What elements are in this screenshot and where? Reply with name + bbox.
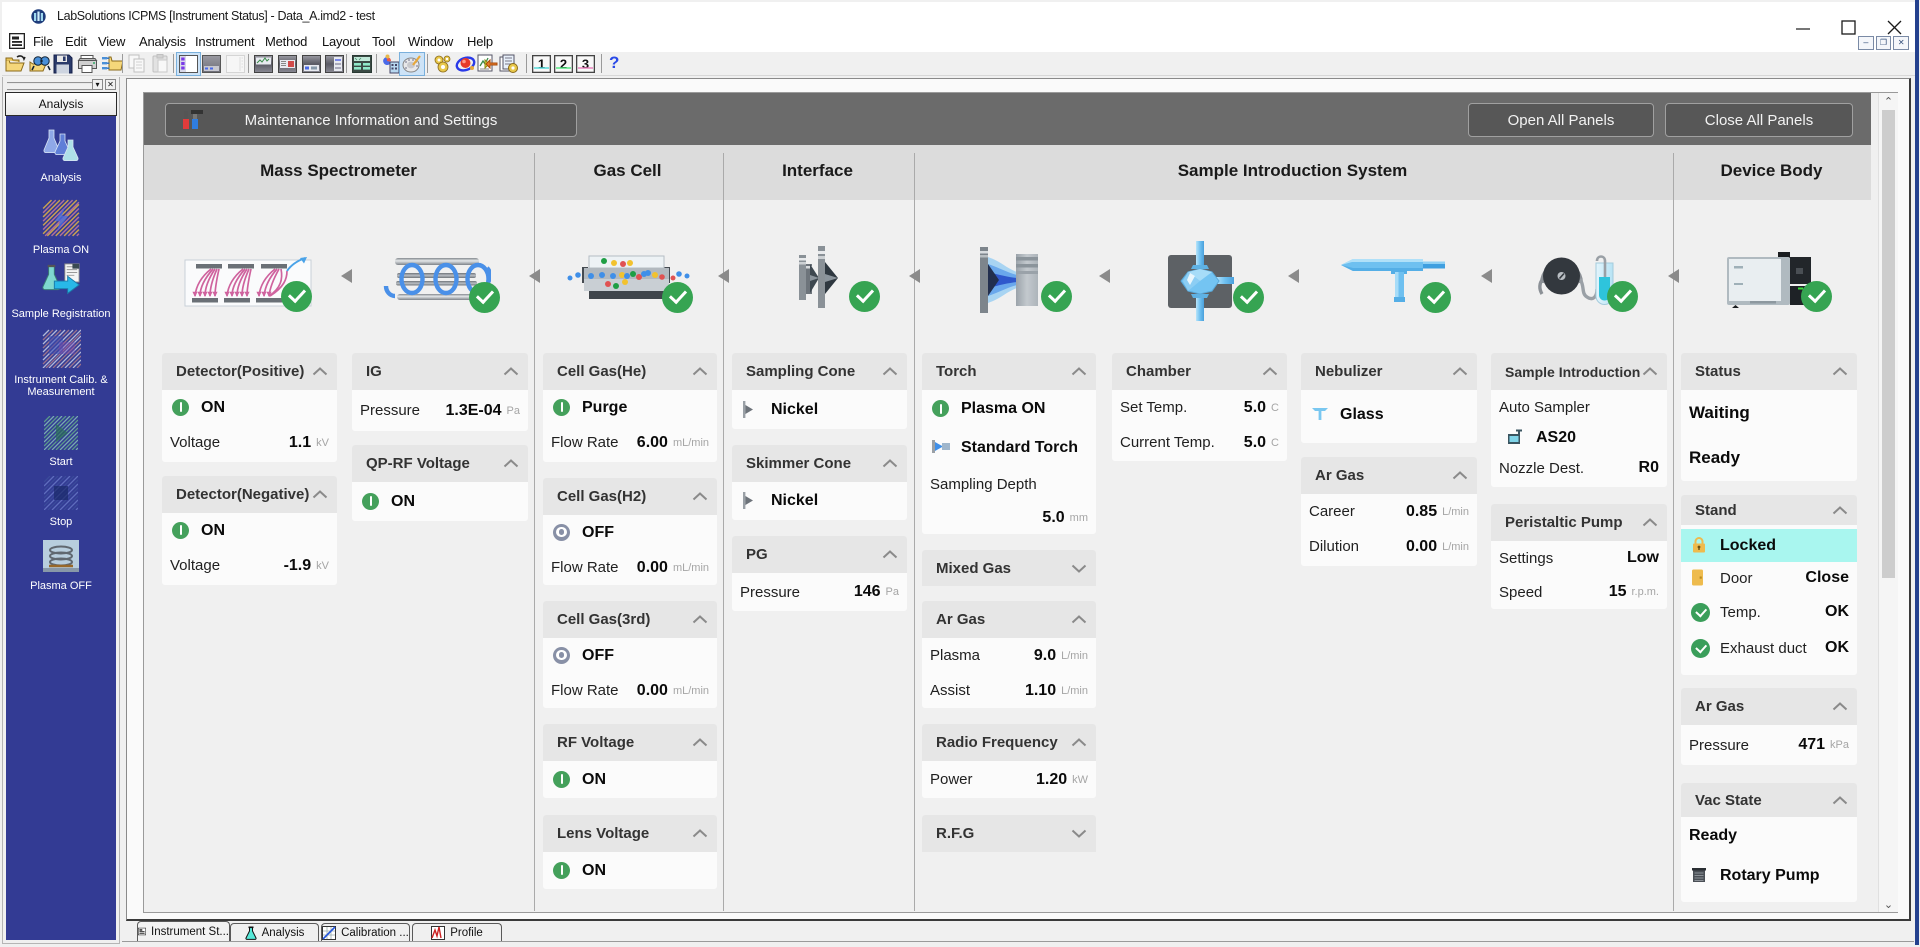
svg-text:2: 2 — [560, 57, 567, 72]
svg-text:1: 1 — [538, 57, 545, 72]
svg-text:3: 3 — [582, 57, 589, 72]
